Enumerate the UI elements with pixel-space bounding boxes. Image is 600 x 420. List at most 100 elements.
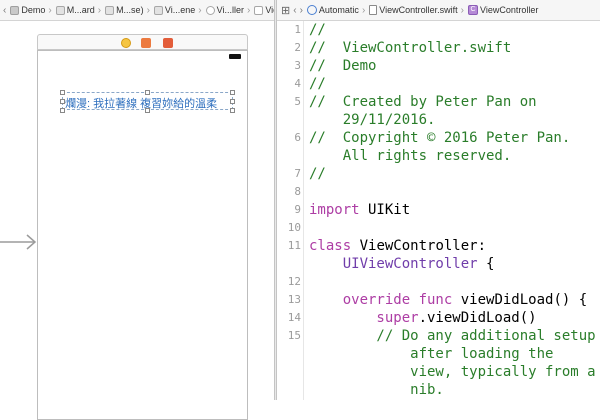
- entry-point-arrow-icon[interactable]: [0, 234, 37, 250]
- related-items-grid-icon[interactable]: ⊞: [281, 4, 290, 17]
- code-token: override func: [309, 292, 453, 308]
- chevron-right-icon: ›: [460, 4, 464, 16]
- code-editor[interactable]: 1 // 2 // ViewController.swift 3 // Demo 4 // 5 /…: [277, 21, 600, 400]
- code-line[interactable]: 15 // Do any additional setup: [277, 327, 600, 345]
- crumb-label: ViewController: [480, 5, 539, 15]
- code-line[interactable]: 13 override func viewDidLoad() {: [277, 291, 600, 309]
- code-text: // Created by Peter Pan on: [309, 93, 537, 111]
- line-number: 10: [287, 221, 301, 234]
- code-text: //: [309, 75, 326, 93]
- code-line[interactable]: view, typically from a: [277, 363, 600, 381]
- view-controller-icon[interactable]: [121, 38, 131, 48]
- automatic-icon: [306, 5, 317, 15]
- scene-icon: [153, 5, 163, 15]
- code-text: after loading the: [309, 345, 553, 363]
- scene-root-view[interactable]: 爛漫: 我拉著線 複習妳給的溫柔: [37, 50, 248, 420]
- crumb-view-controller[interactable]: Vi...ller: [205, 5, 244, 15]
- code-text: class ViewController:: [309, 237, 486, 255]
- crumb-storyboard[interactable]: M...ard: [55, 5, 95, 15]
- code-line[interactable]: 11 class ViewController:: [277, 237, 600, 255]
- code-token: //: [309, 166, 326, 182]
- chevron-right-icon: ›: [48, 4, 52, 16]
- scene-dock: [37, 34, 248, 50]
- chevron-right-icon: ›: [97, 4, 102, 16]
- crumb-file[interactable]: ViewController.swift: [369, 5, 458, 15]
- code-line[interactable]: 2 // ViewController.swift: [277, 39, 600, 57]
- view-icon: [254, 5, 264, 15]
- code-token: UIViewController: [309, 256, 478, 272]
- code-line[interactable]: 1 //: [277, 21, 600, 39]
- code-token: view, typically from a: [309, 364, 596, 380]
- code-token: {: [477, 256, 495, 272]
- line-number: 4: [294, 77, 301, 90]
- code-token: // Copyright © 2016 Peter Pan.: [309, 130, 571, 146]
- code-token: UIKit: [359, 202, 411, 218]
- code-text: super.viewDidLoad(): [309, 309, 536, 327]
- code-line[interactable]: 4 //: [277, 75, 600, 93]
- resize-handle[interactable]: [230, 99, 235, 104]
- code-token: ViewController:: [351, 238, 487, 254]
- code-line[interactable]: 7 //: [277, 165, 600, 183]
- resize-handle[interactable]: [230, 108, 235, 113]
- first-responder-icon[interactable]: [141, 38, 151, 48]
- exit-icon[interactable]: [163, 38, 173, 48]
- code-line[interactable]: 5 // Created by Peter Pan on: [277, 93, 600, 111]
- code-token: viewDidLoad() {: [452, 292, 588, 308]
- back-arrow-icon[interactable]: ‹: [293, 5, 296, 16]
- code-line[interactable]: 29/11/2016.: [277, 111, 600, 129]
- code-token: // Demo: [309, 58, 377, 74]
- code-line[interactable]: after loading the: [277, 345, 600, 363]
- crumb-scene[interactable]: Vi...ene: [153, 5, 195, 15]
- code-token: All rights reserved.: [309, 148, 512, 164]
- crumb-storyboard-base[interactable]: M...se): [105, 5, 144, 15]
- code-text: //: [309, 21, 326, 39]
- line-number: 6: [294, 131, 301, 144]
- folder-icon: [10, 5, 20, 15]
- crumb-label: Demo: [21, 5, 46, 15]
- crumb-label: M...se): [116, 5, 144, 15]
- storyboard-canvas[interactable]: 爛漫: 我拉著線 複習妳給的溫柔: [0, 21, 274, 420]
- code-token: import: [309, 202, 360, 218]
- code-token: // Created by Peter Pan on: [309, 94, 537, 110]
- crumb-symbol[interactable]: C ViewController: [468, 5, 538, 15]
- code-text: // Do any additional setup: [309, 327, 595, 345]
- code-text: 29/11/2016.: [309, 111, 436, 129]
- crumb-label: View: [265, 5, 274, 15]
- code-text: // ViewController.swift: [309, 39, 511, 57]
- code-text: //: [309, 165, 326, 183]
- line-number: 2: [294, 41, 301, 54]
- line-number: 13: [287, 293, 301, 306]
- code-line[interactable]: 12: [277, 273, 600, 291]
- crumb-view[interactable]: View: [254, 5, 274, 15]
- line-number: 3: [294, 59, 301, 72]
- code-line[interactable]: 6 // Copyright © 2016 Peter Pan.: [277, 129, 600, 147]
- line-number: 1: [294, 23, 301, 36]
- storyboard-label[interactable]: 爛漫: 我拉著線 複習妳給的溫柔: [65, 95, 217, 111]
- code-token: 29/11/2016.: [309, 112, 436, 128]
- line-number: 15: [287, 329, 301, 342]
- code-text: import UIKit: [309, 201, 410, 219]
- forward-arrow-icon[interactable]: ›: [300, 5, 303, 16]
- back-arrow-icon[interactable]: ‹: [3, 5, 6, 16]
- storyboard-file-icon: [105, 5, 115, 15]
- class-icon: C: [468, 5, 478, 15]
- code-line[interactable]: nib.: [277, 381, 600, 399]
- code-line[interactable]: UIViewController {: [277, 255, 600, 273]
- code-token: class: [309, 238, 352, 254]
- code-line[interactable]: 10: [277, 219, 600, 237]
- code-line[interactable]: 8: [277, 183, 600, 201]
- chevron-right-icon: ›: [146, 4, 150, 16]
- crumb-automatic[interactable]: Automatic: [306, 5, 359, 15]
- line-number: 11: [287, 239, 301, 252]
- storyboard-file-icon: [55, 5, 65, 15]
- code-line[interactable]: 9 import UIKit: [277, 201, 600, 219]
- chevron-right-icon: ›: [361, 4, 366, 16]
- view-controller-scene[interactable]: 爛漫: 我拉著線 複習妳給的溫柔: [37, 34, 248, 420]
- code-line[interactable]: 3 // Demo: [277, 57, 600, 75]
- crumb-project[interactable]: Demo: [10, 5, 45, 15]
- code-line[interactable]: All rights reserved.: [277, 147, 600, 165]
- code-text: UIViewController {: [309, 255, 495, 273]
- code-line[interactable]: 14 super.viewDidLoad(): [277, 309, 600, 327]
- resize-handle[interactable]: [230, 90, 235, 95]
- crumb-label: ViewController.swift: [379, 5, 458, 15]
